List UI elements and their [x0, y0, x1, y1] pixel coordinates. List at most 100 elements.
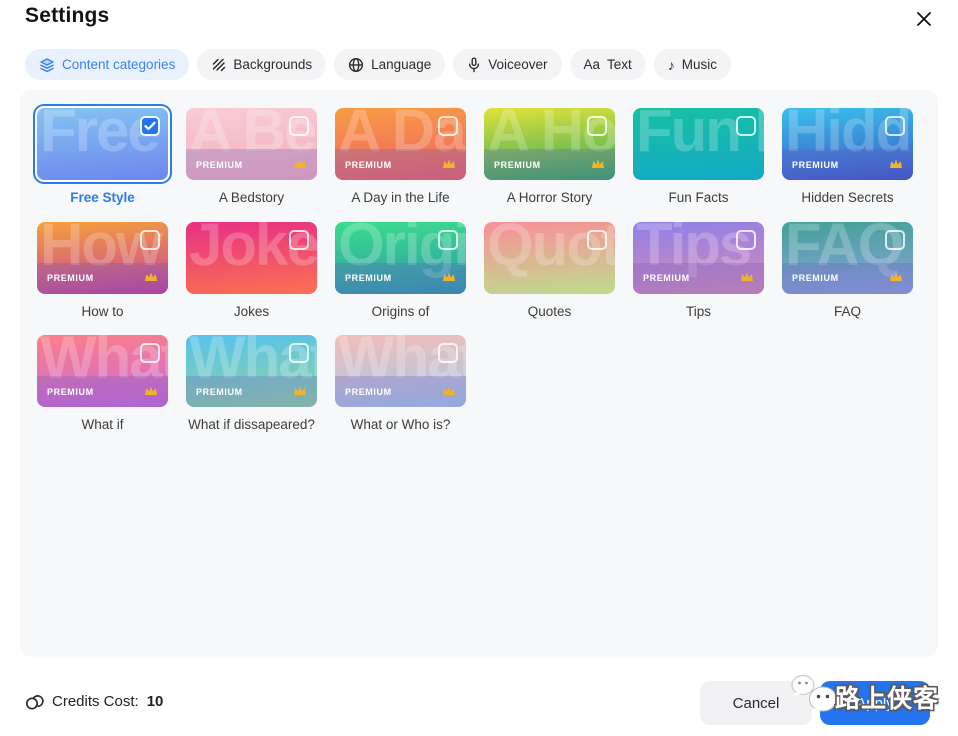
category-label: Free Style — [37, 188, 168, 208]
category-checkbox[interactable] — [438, 343, 458, 363]
crown-icon — [591, 156, 605, 174]
tab-text[interactable]: Aa Text — [570, 49, 646, 80]
crown-icon — [293, 156, 307, 174]
coins-icon — [25, 692, 44, 711]
premium-band: PREMIUM — [782, 149, 913, 180]
category-card-origins-of[interactable]: Origins of PREMIUM — [335, 222, 466, 294]
crown-icon — [144, 383, 158, 401]
category-card-art: Tips PREMIUM — [633, 222, 764, 294]
category-label: How to — [37, 302, 168, 322]
category-card-art: Origins of PREMIUM — [335, 222, 466, 294]
category-checkbox[interactable] — [438, 116, 458, 136]
premium-label: PREMIUM — [196, 160, 243, 170]
premium-label: PREMIUM — [792, 160, 839, 170]
category-card-art: Fun Facts — [633, 108, 764, 180]
premium-band: PREMIUM — [186, 149, 317, 180]
category-card-free-style[interactable]: Free Style — [37, 108, 168, 180]
premium-band: PREMIUM — [186, 376, 317, 407]
music-note-icon: ♪ — [668, 58, 675, 72]
category-checkbox[interactable] — [289, 116, 309, 136]
category-card-faq[interactable]: FAQ PREMIUM — [782, 222, 913, 294]
category-card-tips[interactable]: Tips PREMIUM — [633, 222, 764, 294]
premium-label: PREMIUM — [792, 273, 839, 283]
tab-content-categories[interactable]: Content categories — [25, 49, 189, 80]
microphone-icon — [467, 57, 481, 73]
hatch-icon — [211, 57, 226, 72]
category-label: Jokes — [186, 302, 317, 322]
page-title: Settings — [25, 4, 109, 28]
category-label: What if dissapeared? — [186, 415, 317, 435]
category-checkbox[interactable] — [587, 230, 607, 250]
category-checkbox[interactable] — [140, 230, 160, 250]
category-checkbox[interactable] — [289, 230, 309, 250]
category-card-a-horror-story[interactable]: A Horror Story PREMIUM — [484, 108, 615, 180]
category-card-art: A Horror Story PREMIUM — [484, 108, 615, 180]
category-card-art: What or Who is? PREMIUM — [335, 335, 466, 407]
category-card-what-if-dissapeared[interactable]: What if dissapeared? PREMIUM — [186, 335, 317, 407]
category-card-how-to[interactable]: How to PREMIUM — [37, 222, 168, 294]
tab-label: Content categories — [62, 57, 175, 72]
premium-band: PREMIUM — [335, 149, 466, 180]
premium-band: PREMIUM — [37, 263, 168, 294]
credits-label: Credits Cost: — [52, 693, 139, 710]
premium-label: PREMIUM — [345, 160, 392, 170]
text-aa-icon: Aa — [584, 58, 601, 72]
apply-button[interactable]: Apply — [820, 681, 930, 725]
crown-icon — [293, 383, 307, 401]
category-label: A Horror Story — [484, 188, 615, 208]
premium-band: PREMIUM — [335, 376, 466, 407]
globe-icon — [348, 57, 364, 73]
premium-label: PREMIUM — [345, 387, 392, 397]
category-checkbox[interactable] — [140, 116, 160, 136]
close-button[interactable] — [912, 7, 936, 31]
category-checkbox[interactable] — [885, 116, 905, 136]
category-grid: Free Style Free Style A Bedstory PREMIUM — [37, 108, 913, 435]
category-card-a-day-in-the-life[interactable]: A Day in the Life PREMIUM — [335, 108, 466, 180]
category-label: FAQ — [782, 302, 913, 322]
category-label: What or Who is? — [335, 415, 466, 435]
premium-band: PREMIUM — [633, 263, 764, 294]
tab-label: Music — [682, 57, 717, 72]
credits-value: 10 — [147, 693, 164, 710]
tab-backgrounds[interactable]: Backgrounds — [197, 49, 326, 80]
category-checkbox[interactable] — [736, 116, 756, 136]
category-card-jokes[interactable]: Jokes — [186, 222, 317, 294]
category-checkbox[interactable] — [736, 230, 756, 250]
category-checkbox[interactable] — [140, 343, 160, 363]
category-label: What if — [37, 415, 168, 435]
category-card-art: Hidden Secrets PREMIUM — [782, 108, 913, 180]
category-card-art: How to PREMIUM — [37, 222, 168, 294]
category-label: Origins of — [335, 302, 466, 322]
tab-label: Language — [371, 57, 431, 72]
premium-band: PREMIUM — [37, 376, 168, 407]
category-card-art: Quotes — [484, 222, 615, 294]
category-card-art: Free Style — [37, 108, 168, 180]
tab-language[interactable]: Language — [334, 49, 445, 80]
tab-music[interactable]: ♪ Music — [654, 49, 731, 80]
close-icon — [916, 11, 932, 27]
category-checkbox[interactable] — [587, 116, 607, 136]
category-card-art: FAQ PREMIUM — [782, 222, 913, 294]
category-label: Quotes — [484, 302, 615, 322]
premium-band: PREMIUM — [484, 149, 615, 180]
premium-label: PREMIUM — [47, 387, 94, 397]
category-checkbox[interactable] — [289, 343, 309, 363]
crown-icon — [442, 156, 456, 174]
category-card-what-if[interactable]: What if PREMIUM — [37, 335, 168, 407]
category-label: Tips — [633, 302, 764, 322]
category-card-hidden-secrets[interactable]: Hidden Secrets PREMIUM — [782, 108, 913, 180]
category-checkbox[interactable] — [438, 230, 458, 250]
tab-voiceover[interactable]: Voiceover — [453, 49, 561, 80]
cancel-button[interactable]: Cancel — [700, 681, 812, 725]
premium-label: PREMIUM — [494, 160, 541, 170]
category-card-quotes[interactable]: Quotes — [484, 222, 615, 294]
category-card-fun-facts[interactable]: Fun Facts — [633, 108, 764, 180]
category-card-what-or-who-is[interactable]: What or Who is? PREMIUM — [335, 335, 466, 407]
crown-icon — [740, 269, 754, 287]
premium-label: PREMIUM — [345, 273, 392, 283]
category-card-art: What if dissapeared? PREMIUM — [186, 335, 317, 407]
category-card-a-bedstory[interactable]: A Bedstory PREMIUM — [186, 108, 317, 180]
tab-label: Text — [607, 57, 632, 72]
tab-label: Backgrounds — [233, 57, 312, 72]
category-checkbox[interactable] — [885, 230, 905, 250]
